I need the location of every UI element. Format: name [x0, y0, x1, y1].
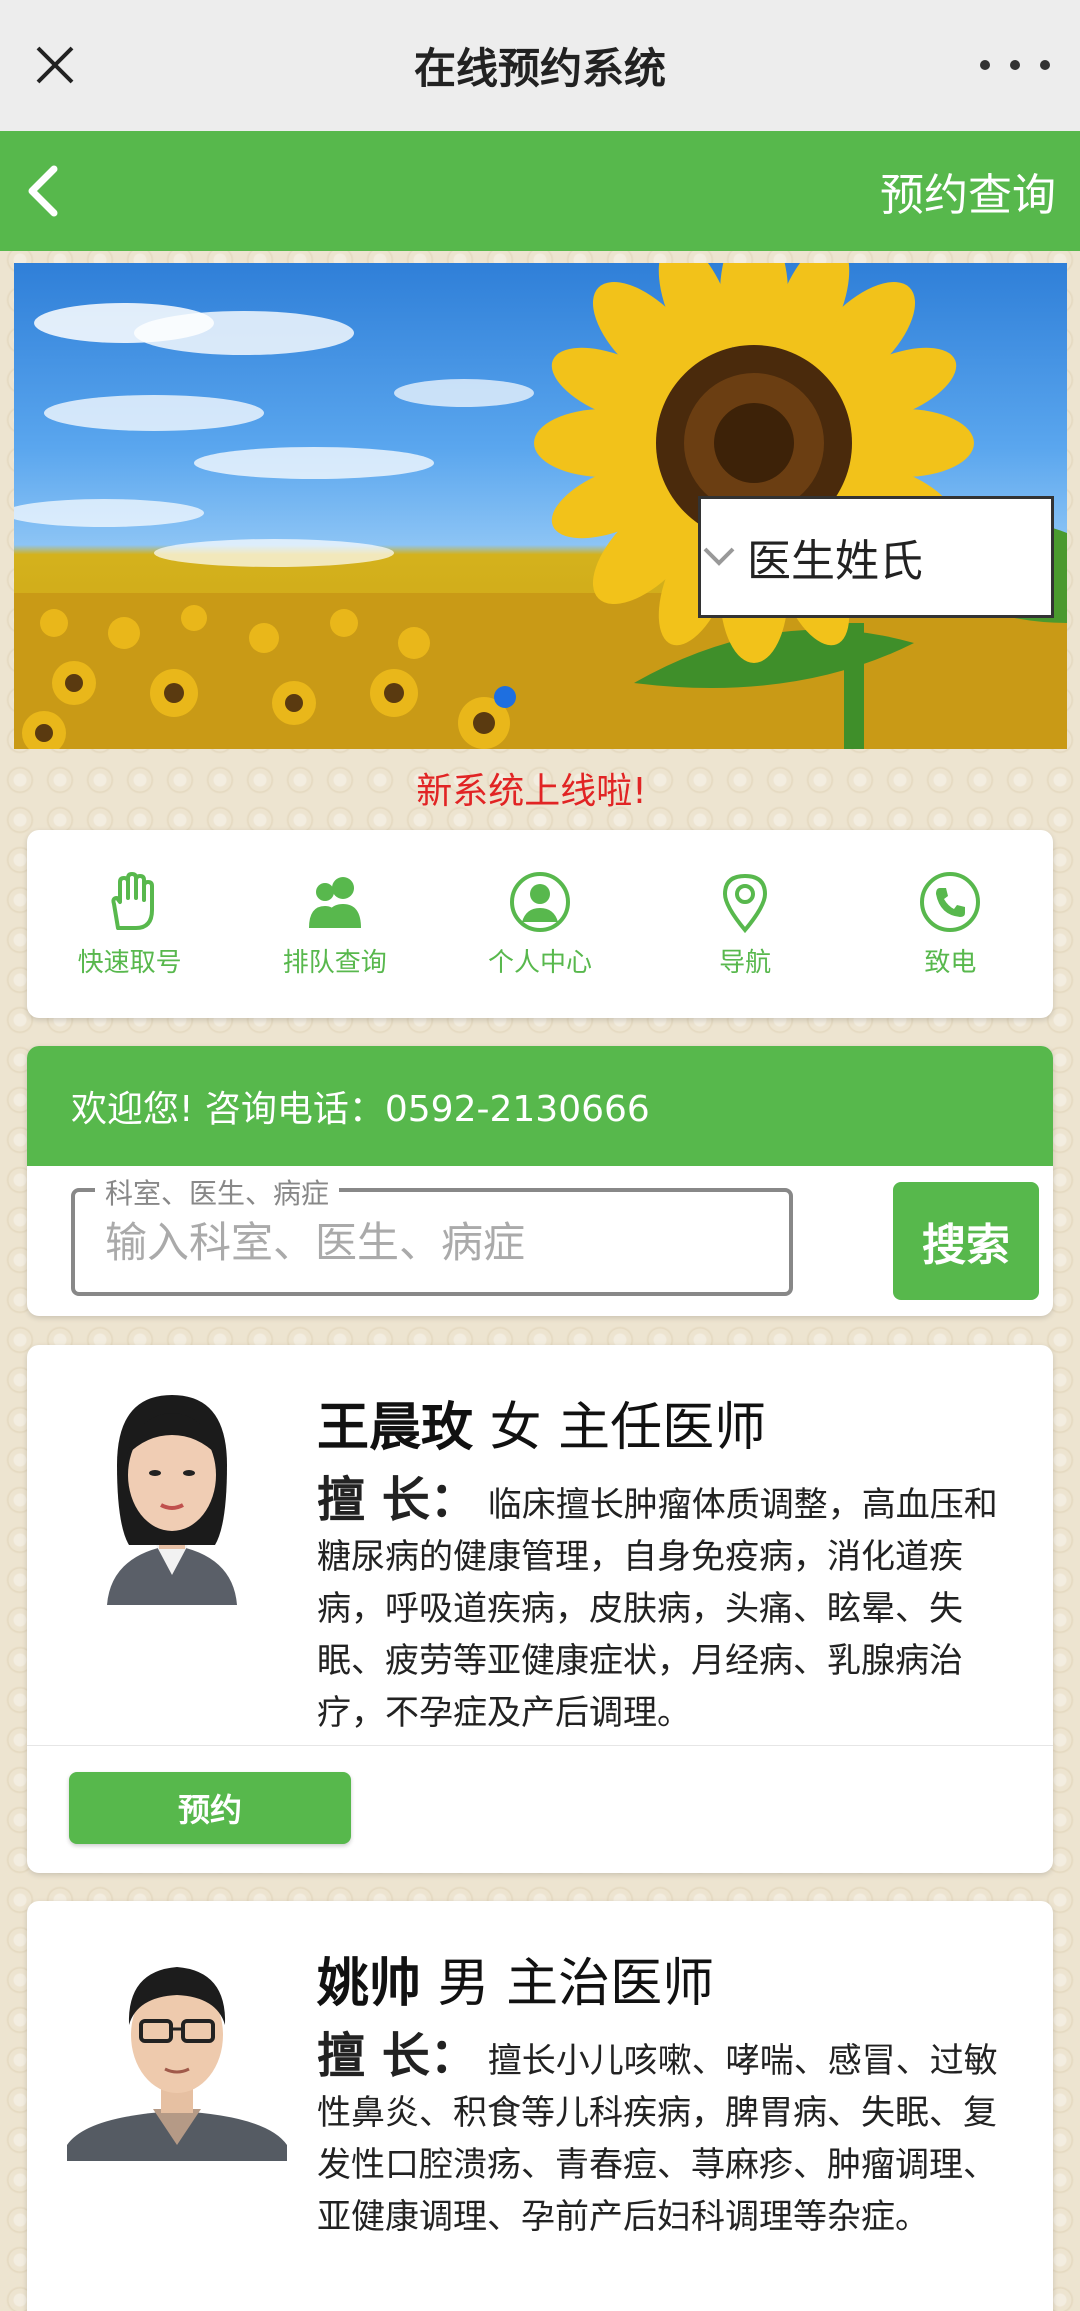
doctor-photo: [67, 1375, 277, 1605]
doctor-gender: 女: [489, 1398, 542, 1458]
doctor-info: 姚帅 男 主治医师 擅 长： 擅长小儿咳嗽、哮喘、感冒、过敏性鼻炎、积食等儿科疾病…: [317, 1941, 1027, 2243]
phone-icon: [920, 871, 981, 932]
doctor-photo: [67, 1931, 287, 2161]
user-circle-icon: [509, 871, 570, 932]
search-panel: 欢迎您! 咨询电话：0592-2130666 科室、医生、病症 搜索: [27, 1046, 1053, 1316]
banner-carousel[interactable]: 医生姓氏: [14, 263, 1067, 749]
specialty-label: 擅 长：: [317, 2028, 478, 2084]
doctor-name: 王晨玫: [317, 1398, 474, 1458]
chevron-down-icon: [703, 547, 735, 566]
more-options-icon[interactable]: [980, 40, 1050, 90]
doctor-avatar-female: [67, 1375, 277, 1605]
menu-item-label: 导航: [719, 947, 772, 978]
app-root: 在线预约系统 预约查询 医生姓氏 新系统上线啦! 快速取号 排队查询 个人中心 …: [0, 0, 1080, 2311]
menu-item-label: 致电: [924, 947, 977, 978]
doctor-specialty: 擅 长： 临床擅长肿瘤体质调整，高血压和糖尿病的健康管理，自身免疫病，消化道疾病，…: [317, 1474, 1027, 1739]
search-field-legend: 科室、医生、病症: [95, 1172, 340, 1212]
menu-item-quick-ticket[interactable]: 快速取号: [40, 870, 220, 979]
menu-item-queue-query[interactable]: 排队查询: [245, 870, 425, 979]
location-pin-icon: [723, 873, 768, 933]
doctor-title: 主治医师: [506, 1954, 715, 2014]
doctor-gender: 男: [437, 1954, 490, 2014]
close-icon[interactable]: [30, 40, 80, 90]
page-title: 在线预约系统: [413, 44, 666, 93]
welcome-hotline: 欢迎您! 咨询电话：0592-2130666: [27, 1046, 1053, 1166]
doctor-surname-select-value: 医生姓氏: [747, 536, 923, 587]
search-field[interactable]: 科室、医生、病症: [71, 1172, 793, 1296]
menu-item-call[interactable]: 致电: [860, 870, 1040, 979]
specialty-label: 擅 长：: [317, 1472, 478, 1528]
menu-item-label: 快速取号: [77, 947, 182, 978]
hand-icon: [111, 871, 154, 930]
doctor-name: 姚帅: [317, 1954, 422, 2014]
doctor-card: 王晨玫 女 主任医师 擅 长： 临床擅长肿瘤体质调整，高血压和糖尿病的健康管理，自…: [27, 1345, 1053, 1873]
doctor-name-line: 姚帅 男 主治医师: [317, 1941, 1027, 2016]
menu-item-personal-center[interactable]: 个人中心: [450, 870, 630, 979]
back-arrow-icon[interactable]: [18, 161, 74, 221]
doctor-surname-select[interactable]: 医生姓氏: [698, 496, 1054, 618]
menu-item-label: 排队查询: [282, 947, 387, 978]
book-button[interactable]: 预约: [69, 1772, 351, 1844]
doctor-title: 主任医师: [558, 1398, 767, 1458]
menu-item-navigation[interactable]: 导航: [655, 870, 835, 979]
quick-menu: 快速取号 排队查询 个人中心 导航 致电: [27, 830, 1053, 1018]
doctor-avatar-male: [67, 1931, 287, 2161]
search-button[interactable]: 搜索: [893, 1182, 1039, 1300]
nav-bar: 预约查询: [0, 131, 1080, 251]
doctor-specialty: 擅 长： 擅长小儿咳嗽、哮喘、感冒、过敏性鼻炎、积食等儿科疾病，脾胃病、失眠、复发…: [317, 2030, 1027, 2243]
doctor-name-line: 王晨玫 女 主任医师: [317, 1385, 1027, 1460]
appointment-query-link[interactable]: 预约查询: [880, 159, 1056, 223]
doctor-card: 姚帅 男 主治医师 擅 长： 擅长小儿咳嗽、哮喘、感冒、过敏性鼻炎、积食等儿科疾病…: [27, 1901, 1053, 2311]
doctor-info: 王晨玫 女 主任医师 擅 长： 临床擅长肿瘤体质调整，高血压和糖尿病的健康管理，自…: [317, 1385, 1027, 1739]
window-title-bar: 在线预约系统: [0, 0, 1080, 131]
carousel-indicator-dot[interactable]: [494, 686, 516, 708]
menu-item-label: 个人中心: [487, 947, 592, 978]
card-divider: [27, 1745, 1053, 1746]
people-icon: [308, 876, 361, 928]
notice-text: 新系统上线啦!: [416, 771, 647, 812]
